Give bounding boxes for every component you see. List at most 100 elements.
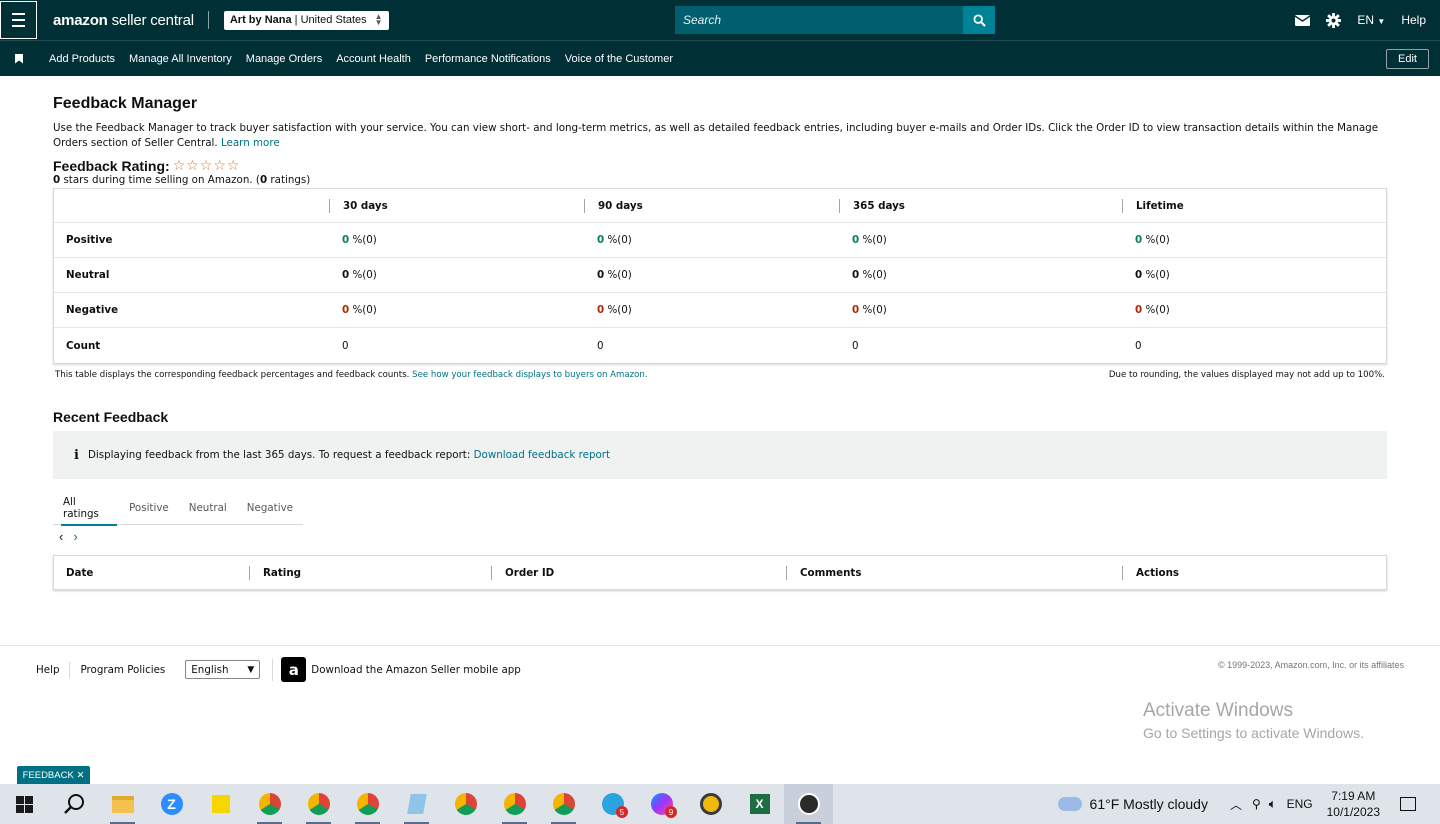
table-row: Negative 0 %(0) 0 %(0) 0 %(0) 0 %(0) <box>54 293 1386 328</box>
percent-value: %(0) <box>604 304 632 316</box>
notepad-icon <box>406 794 427 814</box>
table-cell: 0 %(0) <box>1122 269 1170 281</box>
chrome-profile-4-icon[interactable] <box>441 784 490 824</box>
table-cell: 0 %(0) <box>839 234 1122 246</box>
table-header: 30 days <box>329 198 584 213</box>
page-title: Feedback Manager <box>53 95 198 112</box>
chrome-profile-2-icon[interactable] <box>294 784 343 824</box>
chrome-icon <box>307 793 330 815</box>
chrome-icon <box>356 793 379 815</box>
footer-divider <box>272 658 274 681</box>
notification-center-icon[interactable] <box>1400 797 1416 811</box>
bookmark-icon[interactable] <box>15 53 23 64</box>
speaker-icon[interactable]: 🔈︎ <box>1269 796 1277 812</box>
chevron-right-icon[interactable]: › <box>73 529 77 544</box>
buyer-display-link[interactable]: See how your feedback displays to buyers… <box>412 370 648 380</box>
edit-bookmarks-button[interactable]: Edit <box>1386 49 1429 69</box>
tab-negative[interactable]: Negative <box>237 491 303 525</box>
mobile-app-link[interactable]: Download the Amazon Seller mobile app <box>311 664 521 676</box>
nav-link-add-products[interactable]: Add Products <box>49 53 115 65</box>
start-button[interactable] <box>0 784 49 824</box>
feedback-rating: Feedback Rating: ☆☆☆☆☆ <box>53 157 1387 174</box>
table-header[interactable]: Date <box>54 567 249 579</box>
nav-link-manage-inventory[interactable]: Manage All Inventory <box>129 53 232 65</box>
download-report-link[interactable]: Download feedback report <box>474 449 610 461</box>
hamburger-menu-button[interactable] <box>0 1 37 39</box>
info-icon: i <box>74 447 79 463</box>
language-selector[interactable]: EN ▼ <box>1357 13 1385 27</box>
excel-icon: X <box>749 794 770 814</box>
clock-time: 7:19 AM <box>1331 789 1376 803</box>
watermark-title: Activate Windows <box>1143 700 1293 721</box>
logo-text: seller central <box>107 11 194 29</box>
feedback-metrics-table: 30 days 90 days 365 days Lifetime Positi… <box>53 188 1387 364</box>
app-icon <box>699 793 722 815</box>
app-icon-yellow[interactable] <box>686 784 735 824</box>
tab-all-ratings[interactable]: All ratings <box>53 491 119 526</box>
chevron-up-icon[interactable]: ︿ <box>1230 796 1242 813</box>
table-cell: 0 %(0) <box>329 304 584 316</box>
clock[interactable]: 7:19 AM 10/1/2023 <box>1327 788 1380 820</box>
sticky-notes-app-icon[interactable] <box>196 784 245 824</box>
language-select[interactable]: English ▼ <box>185 660 261 679</box>
messenger-app-icon[interactable]: 9 <box>637 784 686 824</box>
chrome-profile-5-icon[interactable] <box>490 784 539 824</box>
chrome-icon <box>552 793 575 815</box>
weather-text[interactable]: 61°F Mostly cloudy <box>1090 796 1208 812</box>
table-cell: 0 %(0) <box>329 234 584 246</box>
chevron-left-icon[interactable]: ‹ <box>59 529 63 544</box>
sticky-notes-icon <box>211 795 230 813</box>
chrome-profile-6-icon[interactable] <box>539 784 588 824</box>
tab-positive[interactable]: Positive <box>119 491 179 525</box>
amazon-app-icon[interactable]: a <box>281 657 307 682</box>
mail-icon[interactable] <box>1295 14 1311 26</box>
feedback-button[interactable]: FEEDBACK ✕ <box>17 766 90 785</box>
zoom-app-icon[interactable]: Z <box>147 784 196 824</box>
percent-value: %(0) <box>859 269 887 281</box>
gear-icon[interactable] <box>1326 12 1342 28</box>
chrome-icon <box>258 793 281 815</box>
clock-date: 10/1/2023 <box>1326 805 1380 819</box>
excel-app-icon[interactable]: X <box>735 784 784 824</box>
chrome-profile-1-icon[interactable] <box>245 784 294 824</box>
search-button[interactable] <box>963 6 995 34</box>
row-label: Neutral <box>66 269 110 281</box>
telegram-app-icon[interactable]: 5 <box>588 784 637 824</box>
table-header[interactable]: Rating <box>249 565 491 580</box>
nav-link-performance-notifications[interactable]: Performance Notifications <box>425 53 551 65</box>
nav-link-voice-of-customer[interactable]: Voice of the Customer <box>565 53 673 65</box>
cloudy-weather-icon <box>1057 797 1082 811</box>
table-cell: 0 %(0) <box>1122 234 1170 246</box>
input-language[interactable]: ENG <box>1287 797 1313 811</box>
learn-more-link[interactable]: Learn more <box>221 137 280 149</box>
table-header[interactable]: Comments <box>786 565 1122 580</box>
percent-value: %(0) <box>349 234 377 246</box>
file-explorer-icon[interactable] <box>98 784 147 824</box>
notepad-app-icon[interactable] <box>392 784 441 824</box>
photos-app-icon[interactable] <box>784 784 833 824</box>
updown-arrows-icon: ▲ ▼ <box>374 12 383 27</box>
program-policies-link[interactable]: Program Policies <box>80 662 175 678</box>
search-input[interactable]: Search <box>675 6 963 34</box>
footer-links: Help Program Policies English ▼ a Downloa… <box>36 657 521 682</box>
store-name: Art by Nana <box>229 14 292 26</box>
recent-feedback-table: Date Rating Order ID Comments Actions <box>53 555 1387 590</box>
seller-central-logo[interactable]: amazon seller central <box>53 12 194 29</box>
main-content: Feedback Manager Use the Feedback Manage… <box>53 95 1387 590</box>
nav-link-manage-orders[interactable]: Manage Orders <box>246 53 322 65</box>
chrome-profile-3-icon[interactable] <box>343 784 392 824</box>
rating-summary-end: ratings) <box>267 174 311 186</box>
chevron-down-icon: ▼ <box>1377 17 1386 26</box>
nav-link-account-health[interactable]: Account Health <box>336 53 411 65</box>
footer-help-link[interactable]: Help <box>36 661 71 678</box>
table-header: Actions <box>1122 565 1179 580</box>
search-icon <box>63 794 84 814</box>
table-header[interactable]: Order ID <box>491 565 786 580</box>
search-taskbar-button[interactable] <box>49 784 98 824</box>
help-link[interactable]: Help <box>1401 13 1426 27</box>
meet-now-icon[interactable]: ⚲ <box>1252 797 1261 811</box>
store-selector[interactable]: Art by Nana | United States ▲ ▼ <box>223 10 389 30</box>
tab-neutral[interactable]: Neutral <box>179 491 237 525</box>
copyright: © 1999-2023, Amazon.com, Inc. or its aff… <box>1217 660 1404 670</box>
percent-value: %(0) <box>859 304 887 316</box>
